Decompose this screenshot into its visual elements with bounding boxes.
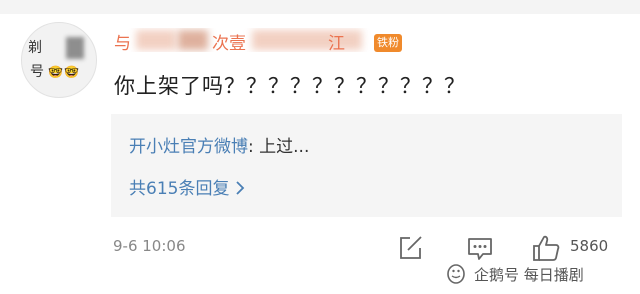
emoji-icon: 🤓 bbox=[48, 65, 63, 79]
fan-badge: 铁粉 bbox=[374, 34, 402, 52]
reply-separator: : bbox=[248, 137, 260, 157]
share-icon bbox=[400, 236, 422, 259]
avatar-text-2: 号 bbox=[30, 64, 44, 80]
comment-text: 你上架了吗？？？？？？？？？？？ bbox=[114, 74, 466, 98]
top-divider bbox=[0, 0, 640, 14]
username-redaction bbox=[252, 30, 362, 50]
reply-preview[interactable]: 开小灶官方微博: 上过... 共615条回复 bbox=[111, 114, 622, 217]
avatar-mosaic bbox=[66, 37, 84, 59]
avatar[interactable]: 剃 号 🤓 🤓 bbox=[21, 22, 97, 98]
view-replies-label: 共615条回复 bbox=[129, 179, 235, 199]
view-replies-link[interactable]: 共615条回复 bbox=[129, 174, 245, 199]
username[interactable]: 与 次壹 江 bbox=[114, 28, 374, 52]
watermark-text: 企鹅号 每日播剧 bbox=[474, 266, 584, 284]
reply-text: 上过... bbox=[259, 137, 310, 157]
chevron-right-icon bbox=[236, 181, 245, 195]
timestamp: 9-6 10:06 bbox=[113, 237, 186, 255]
comment-icon bbox=[468, 238, 492, 260]
share-button[interactable] bbox=[396, 234, 426, 262]
reply-author[interactable]: 开小灶官方微博 bbox=[129, 137, 248, 157]
like-count: 5860 bbox=[570, 237, 609, 255]
emoji-icon: 🤓 bbox=[64, 65, 79, 79]
thumbs-up-icon bbox=[533, 235, 560, 261]
username-redaction bbox=[178, 30, 208, 50]
username-fragment: 次壹 bbox=[212, 34, 246, 52]
avatar-text-1: 剃 bbox=[28, 40, 42, 56]
username-fragment: 江 bbox=[328, 34, 345, 52]
username-fragment: 与 bbox=[114, 34, 131, 52]
like-button[interactable] bbox=[531, 234, 565, 262]
username-redaction bbox=[136, 30, 176, 50]
penguin-logo-icon bbox=[447, 264, 465, 284]
comment-button[interactable] bbox=[466, 234, 496, 262]
reply-line: 开小灶官方微博: 上过... bbox=[129, 132, 309, 157]
